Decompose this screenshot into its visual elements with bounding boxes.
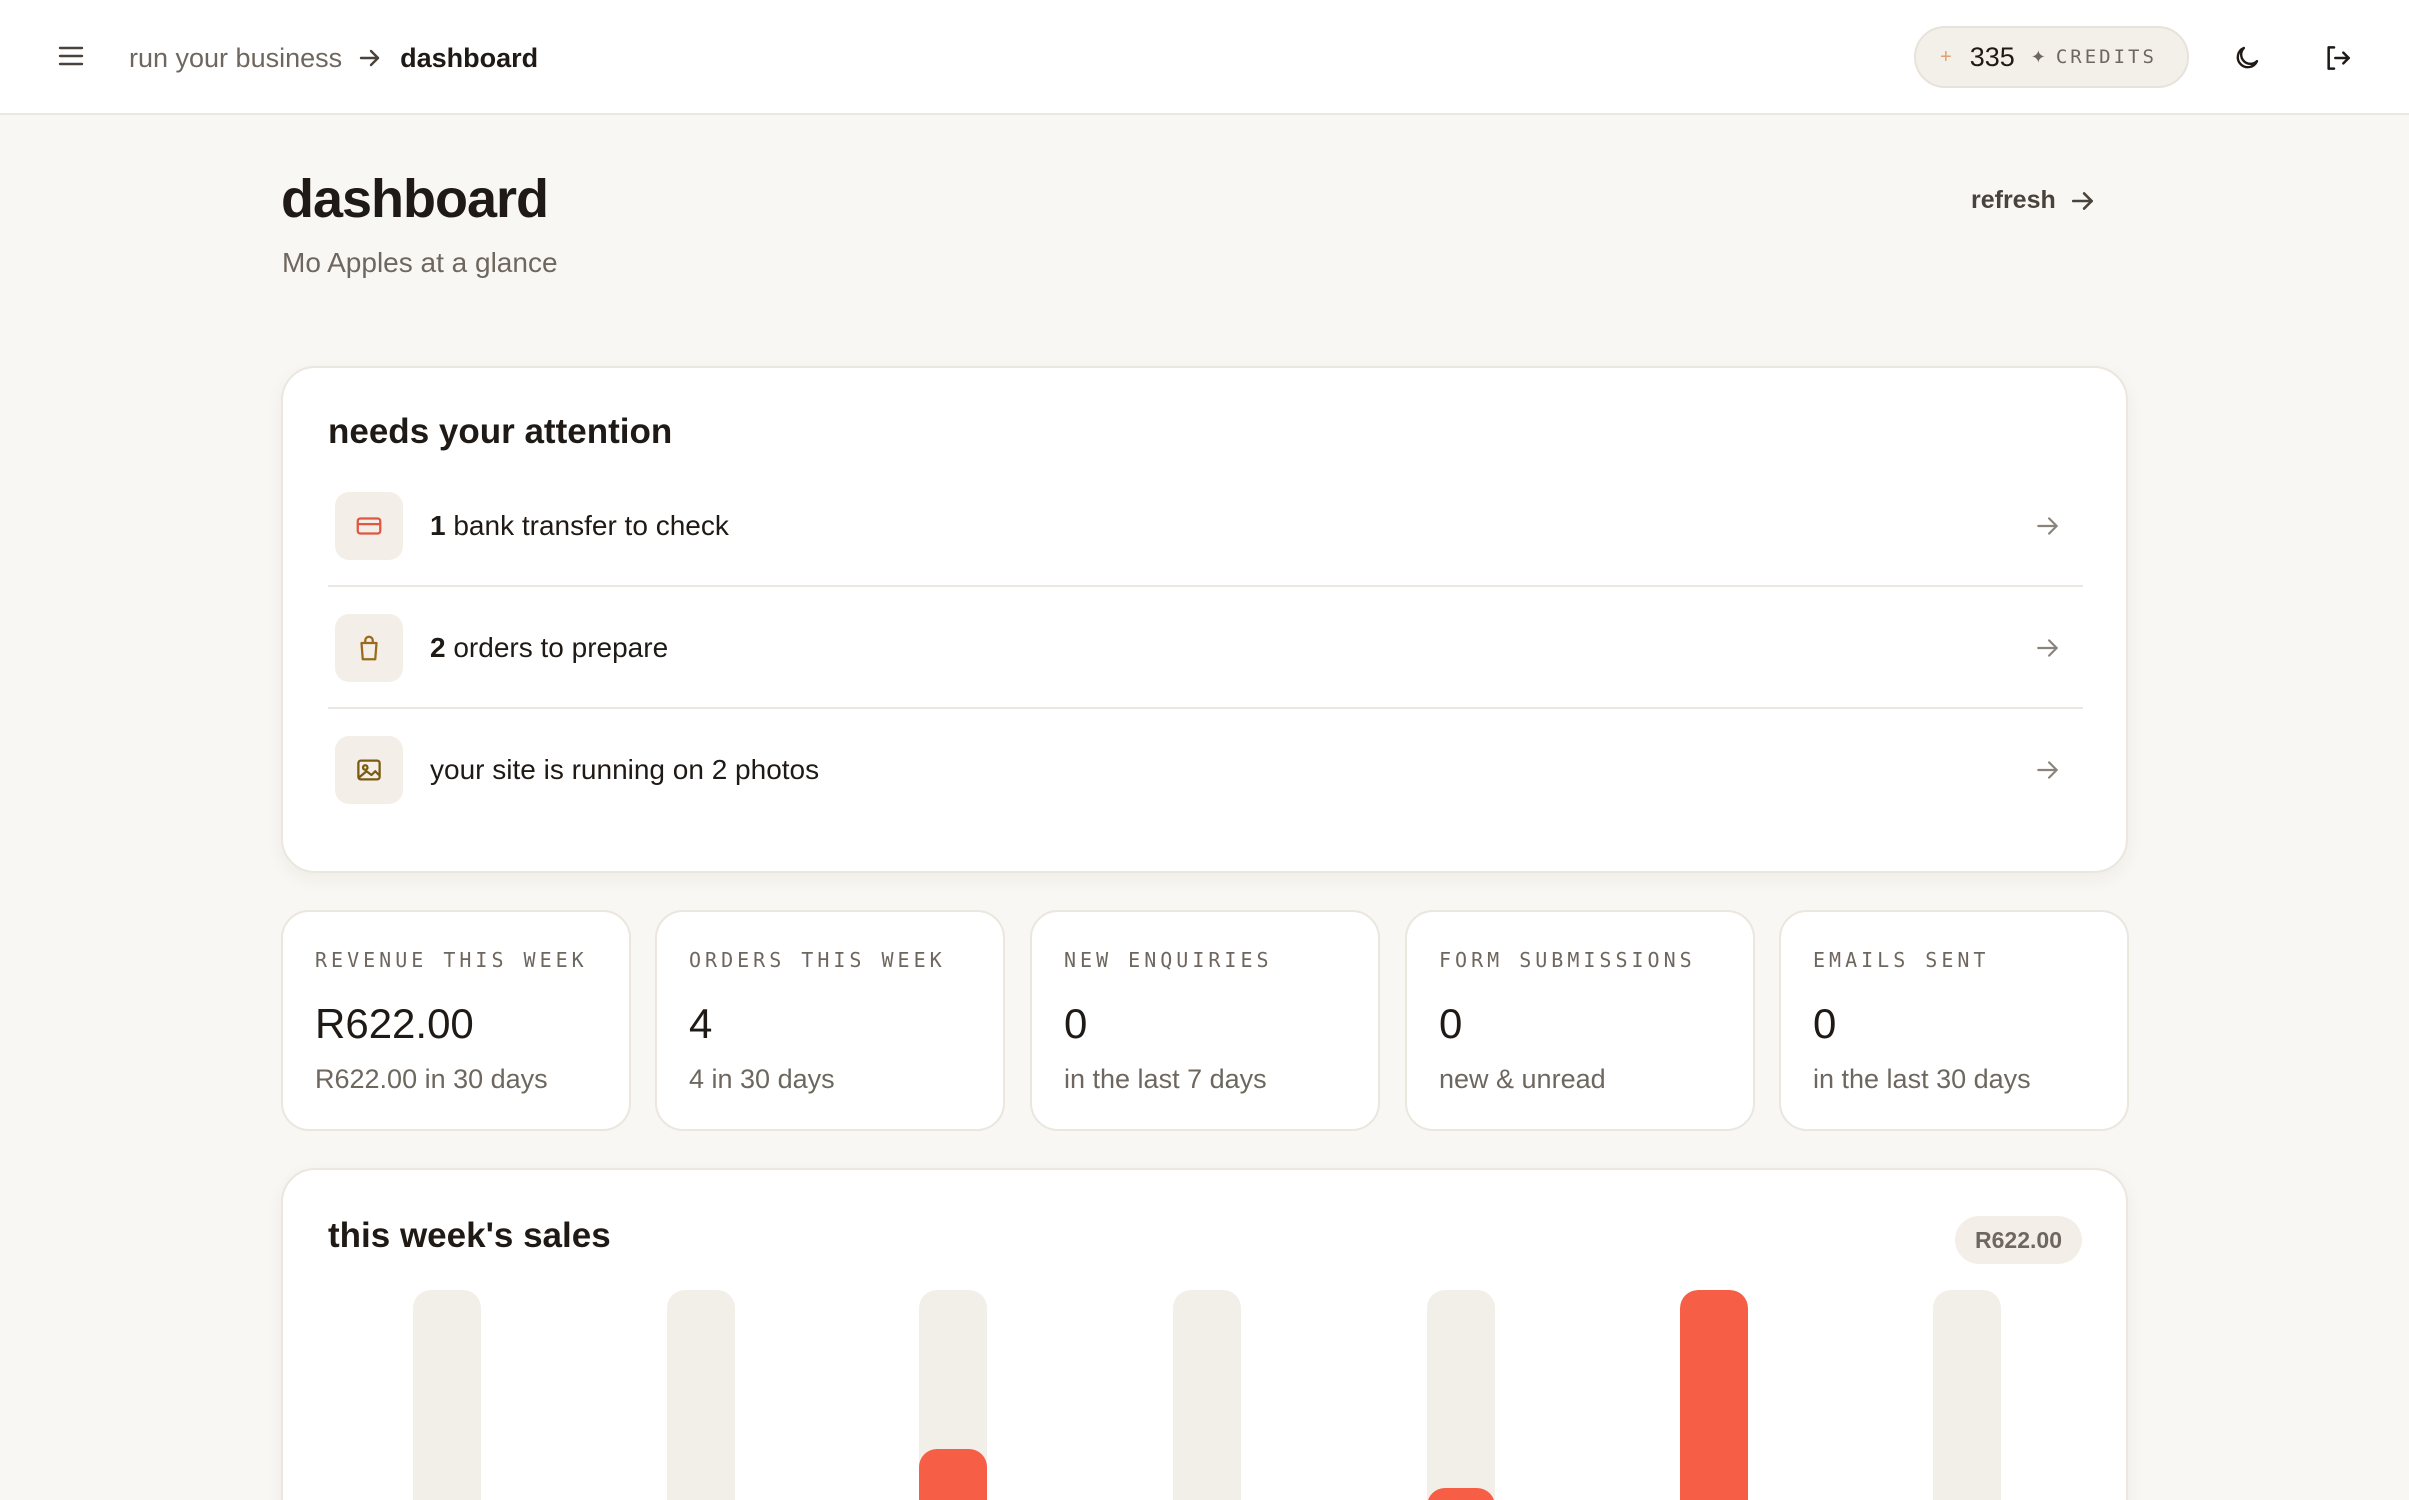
sales-bar-chart <box>283 1290 2130 1500</box>
sales-bar-4 <box>1173 1290 1241 1500</box>
stat-label: NEW ENQUIRIES <box>1064 948 1273 972</box>
stat-label: FORM SUBMISSIONS <box>1439 948 1696 972</box>
divider <box>328 585 2083 587</box>
page-subtitle: Mo Apples at a glance <box>282 247 558 278</box>
stat-card-orders[interactable]: ORDERS THIS WEEK 4 4 in 30 days <box>655 910 1005 1131</box>
menu-icon[interactable] <box>53 38 89 74</box>
stat-subtext: new & unread <box>1439 1064 1606 1094</box>
sales-bar-6 <box>1680 1290 1748 1500</box>
logout-icon[interactable] <box>2316 36 2360 80</box>
stat-card-revenue[interactable]: REVENUE THIS WEEK R622.00 R622.00 in 30 … <box>281 910 631 1131</box>
stat-subtext: in the last 7 days <box>1064 1064 1267 1094</box>
sales-total-badge: R622.00 <box>1955 1216 2082 1264</box>
stat-label: ORDERS THIS WEEK <box>689 948 946 972</box>
stat-value: 0 <box>1813 1000 1837 1047</box>
sales-title: this week's sales <box>328 1216 611 1255</box>
image-icon <box>335 736 403 804</box>
sales-bar-fill <box>1427 1488 1495 1500</box>
arrow-right-icon <box>2071 191 2093 210</box>
credits-amount: 335 <box>1969 41 2015 72</box>
sales-bar-2 <box>667 1290 735 1500</box>
divider <box>328 707 2083 709</box>
breadcrumb-root[interactable]: run your business <box>129 43 342 74</box>
credits-label: CREDITS <box>2055 46 2157 68</box>
stat-value: 4 <box>689 1000 713 1047</box>
sales-bar-1 <box>413 1290 481 1500</box>
refresh-button[interactable]: refresh <box>1971 186 2096 215</box>
sales-bar-fill <box>919 1449 987 1500</box>
stat-label: REVENUE THIS WEEK <box>315 948 588 972</box>
sparkle-icon: + <box>1940 45 1952 68</box>
star-icon: ✦ <box>2030 46 2046 67</box>
top-bar: run your business dashboard + 335 ✦ CRED… <box>0 0 2409 115</box>
stat-card-emails[interactable]: EMAILS SENT 0 in the last 30 days <box>1779 910 2129 1131</box>
breadcrumb: run your business dashboard <box>129 38 538 78</box>
page-title: dashboard <box>281 169 549 229</box>
arrow-right-icon <box>358 46 382 70</box>
sales-bar-fill <box>1680 1290 1748 1500</box>
credits-badge[interactable]: + 335 ✦ CREDITS <box>1914 26 2189 88</box>
sales-card: this week's sales R622.00 <box>281 1168 2128 1500</box>
shopping-bag-icon <box>335 614 403 682</box>
stat-value: 0 <box>1439 1000 1463 1047</box>
attention-title: needs your attention <box>328 412 673 451</box>
credit-card-icon <box>335 492 403 560</box>
stat-card-form-submissions[interactable]: FORM SUBMISSIONS 0 new & unread <box>1405 910 1755 1131</box>
stat-card-enquiries[interactable]: NEW ENQUIRIES 0 in the last 7 days <box>1030 910 1380 1131</box>
attention-item-bank-transfer[interactable]: 1 bank transfer to check <box>328 480 2083 572</box>
stat-subtext: in the last 30 days <box>1813 1064 2031 1094</box>
attention-item-text: 2 orders to prepare <box>430 632 669 663</box>
stat-label: EMAILS SENT <box>1813 948 1990 972</box>
attention-item-photos[interactable]: your site is running on 2 photos <box>328 724 2083 816</box>
attention-item-orders[interactable]: 2 orders to prepare <box>328 602 2083 694</box>
attention-item-text: 1 bank transfer to check <box>430 510 729 541</box>
arrow-right-icon <box>2035 757 2061 783</box>
stat-subtext: 4 in 30 days <box>689 1064 835 1094</box>
attention-item-text: your site is running on 2 photos <box>430 754 820 785</box>
arrow-right-icon <box>2035 513 2061 539</box>
stat-subtext: R622.00 in 30 days <box>315 1064 548 1094</box>
arrow-right-icon <box>2035 635 2061 661</box>
refresh-label: refresh <box>1971 186 2056 214</box>
stat-value: 0 <box>1064 1000 1088 1047</box>
breadcrumb-current: dashboard <box>400 42 539 73</box>
attention-card: needs your attention 1 bank transfer to … <box>281 366 2128 873</box>
sales-bar-7 <box>1933 1290 2001 1500</box>
stat-value: R622.00 <box>315 1000 474 1047</box>
moon-icon[interactable] <box>2225 36 2269 80</box>
sales-bar-5 <box>1427 1290 1495 1500</box>
sales-bar-3 <box>919 1290 987 1500</box>
